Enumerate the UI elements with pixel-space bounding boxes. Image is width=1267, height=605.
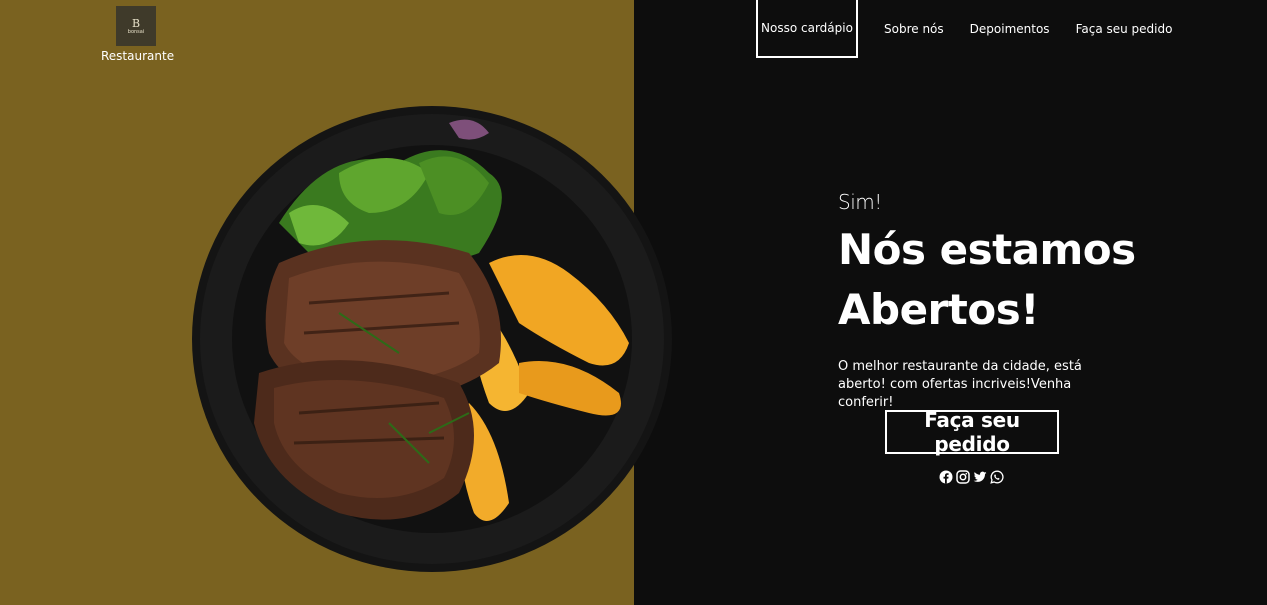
logo-sub: bonsai [127,28,145,35]
hero-kicker: Sim! [838,190,882,214]
brand-name: Restaurante [101,49,175,63]
logo-badge: B bonsai [116,6,156,46]
hero-section: Sim! Nós estamos Abertos! O melhor resta… [838,190,1138,412]
nav-item-nosso-cardapio[interactable]: Nosso cardápio [756,0,858,58]
facebook-icon[interactable] [939,470,953,484]
hero-title-line1: Nós estamos [838,225,1136,274]
order-button[interactable]: Faça seu pedido [885,408,1059,456]
instagram-icon[interactable] [956,470,970,484]
nav-item-faca-seu-pedido[interactable]: Faça seu pedido [1076,22,1173,36]
hero-title: Nós estamos Abertos! [838,220,1138,340]
social-links [939,470,1004,484]
hero-description: O melhor restaurante da cidade, está abe… [838,359,1082,410]
twitter-icon[interactable] [973,470,987,484]
logo[interactable]: B bonsai Restaurante [101,6,175,63]
nav-item-depoimentos[interactable]: Depoimentos [970,22,1050,36]
whatsapp-icon[interactable] [990,470,1004,484]
steak-plate-image [192,106,672,572]
main-nav: Nosso cardápio Sobre nós Depoimentos Faç… [756,0,1198,58]
hero-title-line2: Abertos! [838,285,1039,334]
nav-item-sobre-nos[interactable]: Sobre nós [884,22,944,36]
logo-letter: B [131,16,141,30]
